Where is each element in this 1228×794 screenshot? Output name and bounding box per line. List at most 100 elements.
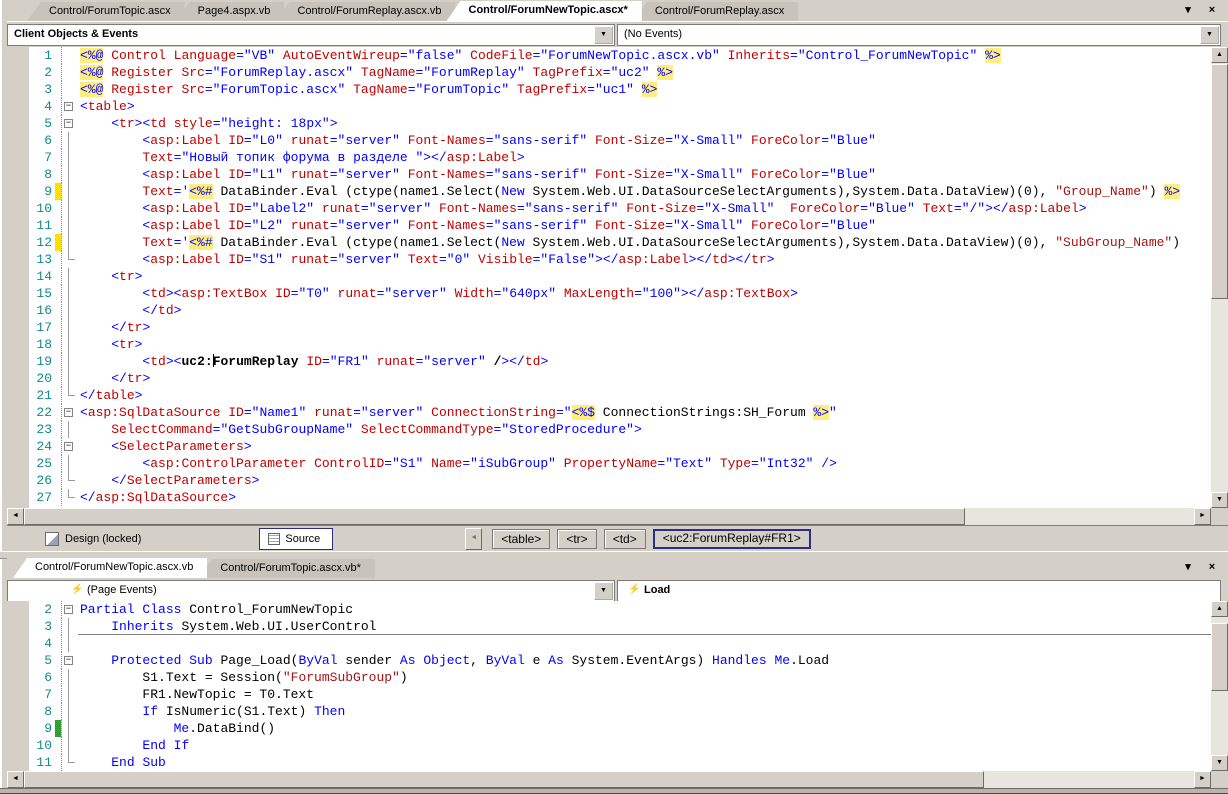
events-dropdown-value: (No Events) [624,28,683,40]
tab-forumtopic-ascx[interactable]: Control/ForumTopic.ascx [27,2,185,21]
fold-collapse-icon[interactable] [61,601,78,618]
bottom-editor-horizontal-scrollbar[interactable]: ◄ ► [7,771,1211,788]
code-line: 22<asp:SqlDataSource ID="Name1" runat="s… [7,404,1211,421]
dropdown-arrow-icon[interactable]: ▼ [594,582,613,600]
top-document-tabs: Control/ForumTopic.ascx Page4.aspx.vb Co… [7,0,1228,22]
code-line: 25 <asp:ControlParameter ControlID="S1" … [7,455,1211,472]
breadcrumb-uc2-forumreplay[interactable]: <uc2:ForumReplay#FR1> [652,529,811,549]
code-line: 6 S1.Text = Session("ForumSubGroup") [7,669,1211,686]
line-number: 7 [44,687,52,702]
code-line: 2Partial Class Control_ForumNewTopic [7,601,1211,618]
close-icon[interactable]: × [1204,3,1220,18]
line-number: 2 [44,65,52,80]
page-events-dropdown[interactable]: ⚡ (Page Events) ▼ [7,580,615,602]
scroll-up-icon[interactable]: ▲ [1211,601,1228,617]
code-line: 6 <asp:Label ID="L0" runat="server" Font… [7,132,1211,149]
line-number: 8 [44,704,52,719]
design-view-icon [45,532,59,546]
breadcrumb-td[interactable]: <td> [603,529,646,549]
events-dropdown[interactable]: (No Events) ▼ [617,24,1221,46]
codebehind-editor[interactable]: 2Partial Class Control_ForumNewTopic3 In… [7,601,1211,771]
code-line: 23 SelectCommand="GetSubGroupName" Selec… [7,421,1211,438]
code-line: 14 <tr> [7,268,1211,285]
scrollbar-thumb[interactable] [24,771,984,788]
line-number: 5 [44,116,52,131]
scroll-left-icon[interactable]: ◄ [7,508,24,525]
code-line: 18 <tr> [7,336,1211,353]
line-number: 21 [36,388,52,403]
scroll-down-icon[interactable]: ▼ [1211,492,1228,508]
fold-collapse-icon[interactable] [61,404,78,421]
line-number: 10 [36,738,52,753]
objects-dropdown[interactable]: Client Objects & Events ▼ [7,24,615,46]
line-number: 23 [36,422,52,437]
line-number: 7 [44,150,52,165]
tab-page4-aspx-vb[interactable]: Page4.aspx.vb [175,2,285,21]
document-menu-icon[interactable]: ▾ [1180,3,1196,18]
source-view-button[interactable]: Source [259,528,334,550]
tab-forumtopic-ascx-vb[interactable]: Control/ForumTopic.ascx.vb* [198,559,375,578]
code-line: 4 [7,635,1211,652]
page-events-dropdown-value: (Page Events) [87,584,157,596]
code-line: 17 </tr> [7,319,1211,336]
top-editor-vertical-scrollbar[interactable]: ▲ ▼ [1211,47,1228,508]
line-number: 11 [36,755,52,770]
code-line: 8 <asp:Label ID="L1" runat="server" Font… [7,166,1211,183]
tag-navigator-back-icon[interactable]: ◄ [465,528,483,550]
line-number: 10 [36,201,52,216]
code-line: 5 <tr><td style="height: 18px"> [7,115,1211,132]
scroll-left-icon[interactable]: ◄ [7,771,24,788]
fold-collapse-icon[interactable] [61,652,78,669]
fold-collapse-icon[interactable] [61,98,78,115]
scroll-down-icon[interactable]: ▼ [1211,755,1228,771]
scrollbar-thumb[interactable] [1211,64,1228,299]
scrollbar-thumb[interactable] [1211,623,1228,691]
tab-forumreplay-ascx[interactable]: Control/ForumReplay.ascx [632,2,799,21]
event-lightning-icon: ⚡ [71,584,84,595]
line-number: 3 [44,619,52,634]
scroll-right-icon[interactable]: ► [1194,508,1211,525]
code-line: 10 End If [7,737,1211,754]
document-menu-icon[interactable]: ▾ [1180,560,1196,575]
tab-forumnewtopic-ascx-vb-active[interactable]: Control/ForumNewTopic.ascx.vb [13,558,208,578]
fold-collapse-icon[interactable] [61,438,78,455]
top-editor-horizontal-scrollbar[interactable]: ◄ ► [7,508,1211,525]
code-line: 20 </tr> [7,370,1211,387]
event-lightning-icon: ⚡ [628,584,641,595]
code-line: 11 End Sub [7,754,1211,771]
line-number: 20 [36,371,52,386]
code-line: 27 </asp:SqlDataSource> [7,489,1211,506]
dropdown-arrow-icon[interactable]: ▼ [594,26,613,44]
bottom-document-tabs: Control/ForumNewTopic.ascx.vb Control/Fo… [7,557,1228,579]
code-line: 2 <%@ Register Src="ForumReplay.ascx" Tag… [7,64,1211,81]
line-number: 8 [44,167,52,182]
scrollbar-thumb[interactable] [24,508,965,525]
breadcrumb-tr[interactable]: <tr> [557,529,597,549]
line-number: 6 [44,133,52,148]
code-line: 9 Text='<%# DataBinder.Eval (ctype(name1… [7,183,1211,200]
scroll-up-icon[interactable]: ▲ [1211,47,1228,63]
code-line: 7 FR1.NewTopic = T0.Text [7,686,1211,703]
line-number: 9 [44,184,52,199]
code-line: 15 <td><asp:TextBox ID="T0" runat="serve… [7,285,1211,302]
line-number: 4 [44,636,52,651]
line-number: 1 [44,48,52,63]
dropdown-arrow-icon[interactable]: ▼ [1200,26,1219,44]
load-event-dropdown[interactable]: ⚡ Load [617,580,1221,602]
line-number: 4 [44,99,52,114]
breadcrumb-table[interactable]: <table> [492,529,551,549]
load-event-dropdown-value: Load [644,584,671,596]
markup-editor[interactable]: 1 <%@ Control Language="VB" AutoEventWire… [7,47,1211,508]
fold-collapse-icon[interactable] [61,115,78,132]
scroll-right-icon[interactable]: ► [1194,771,1211,788]
tab-forumnewtopic-ascx-active[interactable]: Control/ForumNewTopic.ascx* [446,1,642,21]
line-number: 19 [36,354,52,369]
bottom-editor-vertical-scrollbar[interactable]: ▲ ▼ [1211,601,1228,771]
scrollbar-corner [1211,508,1228,525]
close-icon[interactable]: × [1204,560,1220,575]
tab-forumreplay-ascx-vb[interactable]: Control/ForumReplay.ascx.vb [275,2,456,21]
line-number: 3 [44,82,52,97]
line-number: 13 [36,252,52,267]
code-line: 16 </td> [7,302,1211,319]
design-view-button[interactable]: Design (locked) [45,532,141,546]
